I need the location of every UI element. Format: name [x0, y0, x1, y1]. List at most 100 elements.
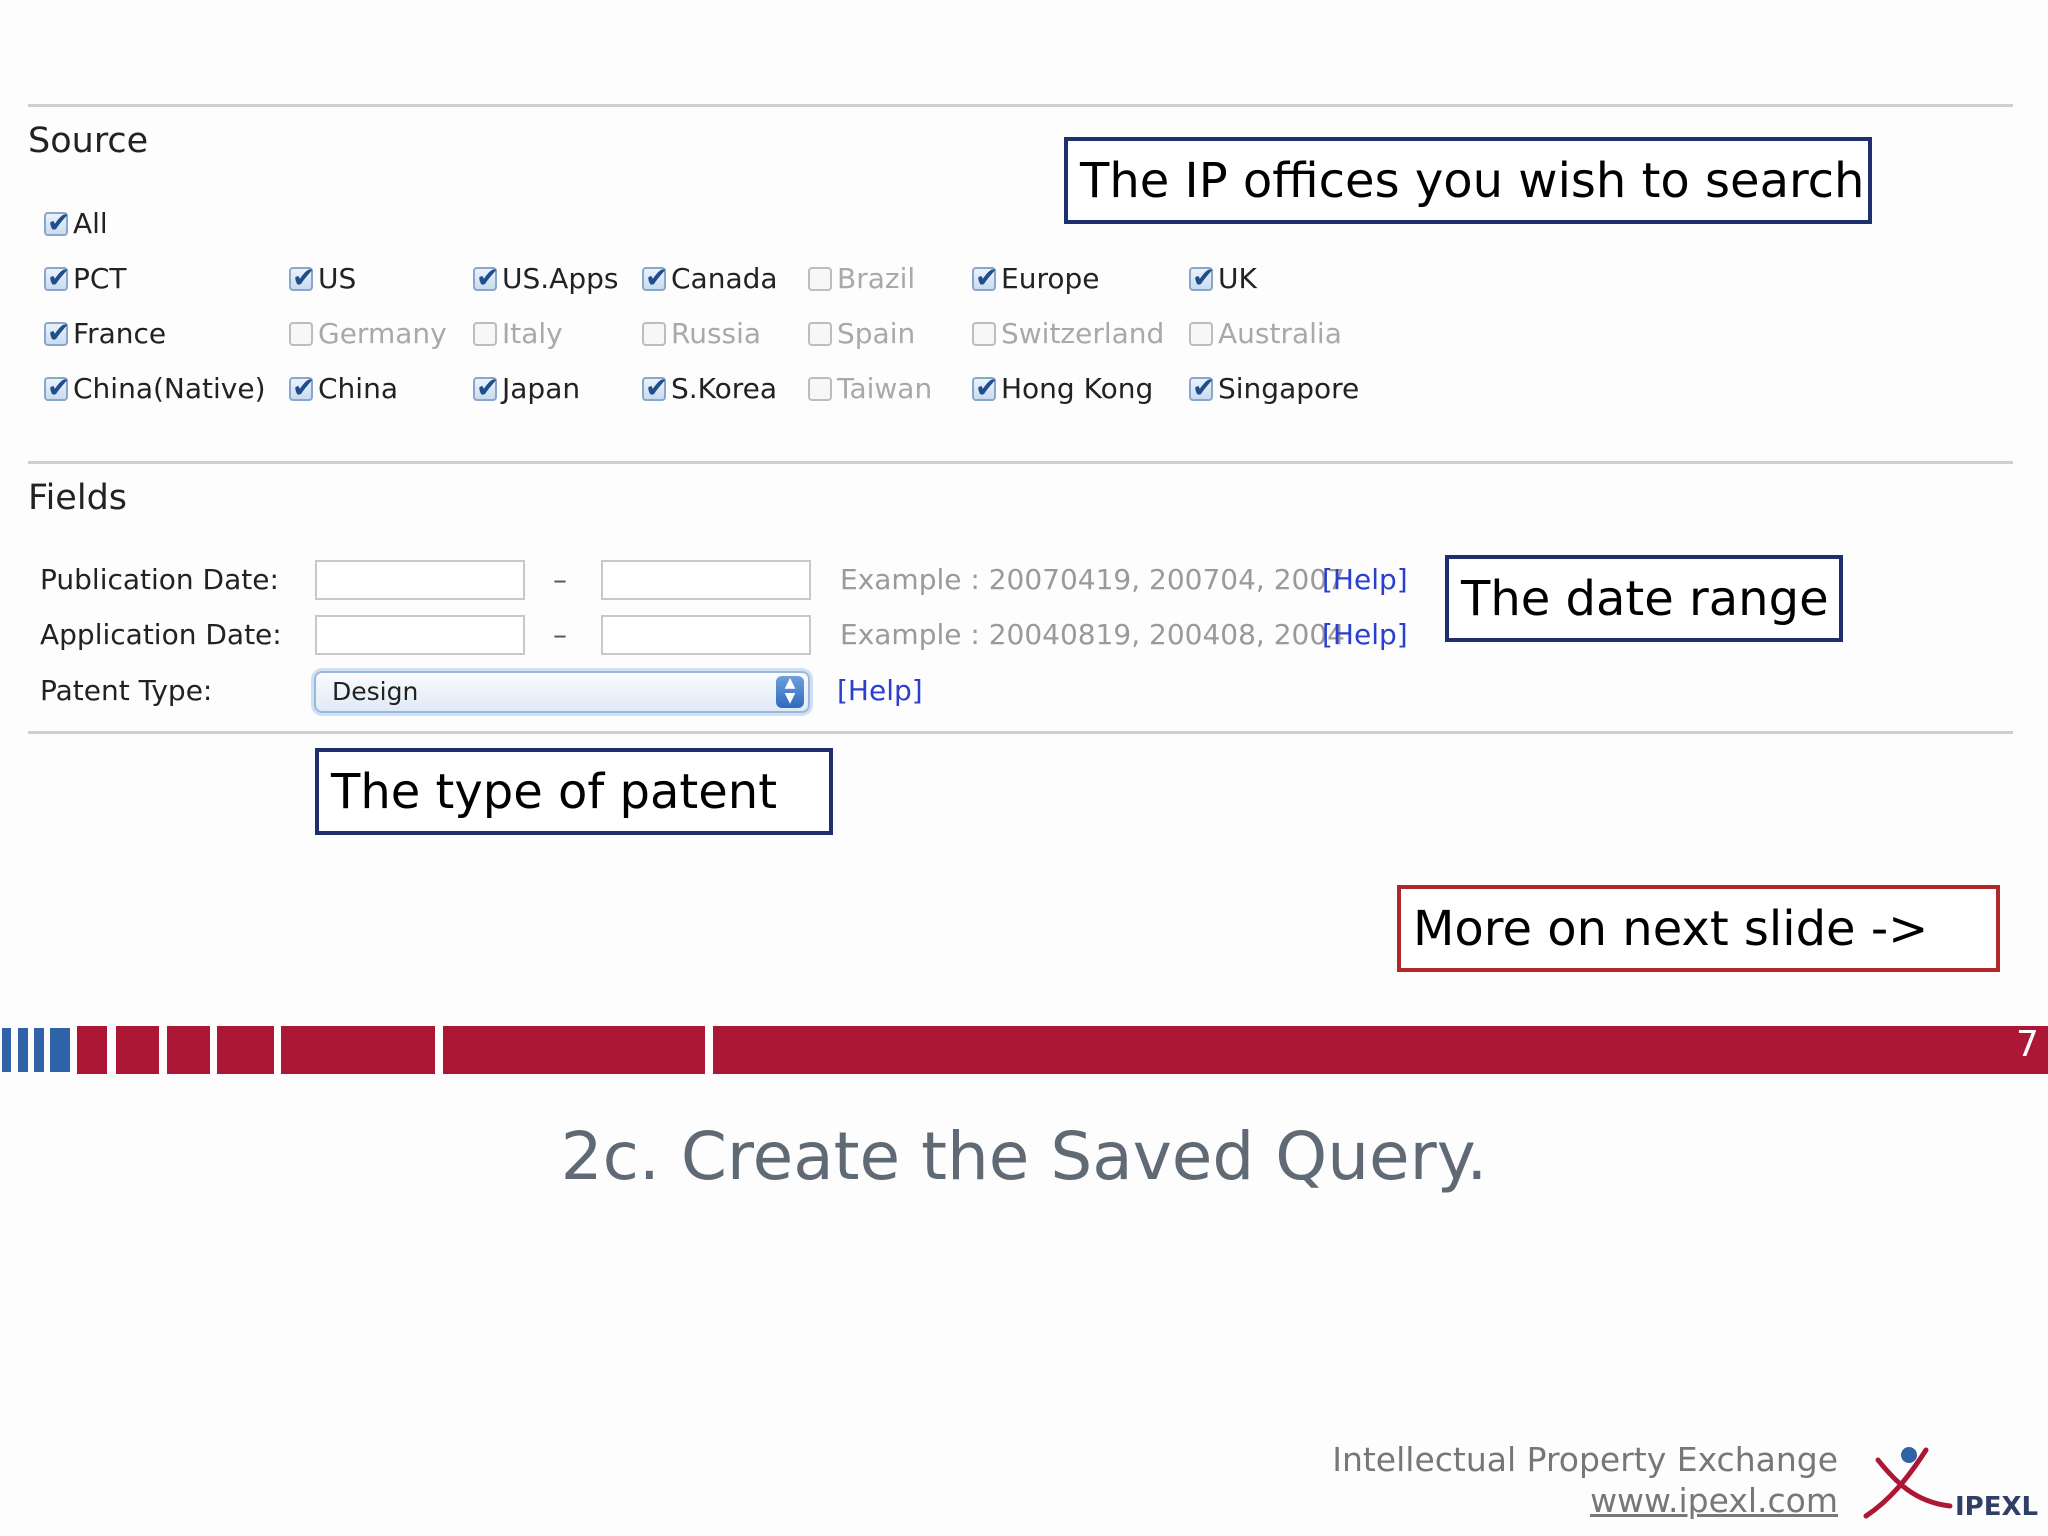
application-date-from-input[interactable]: [315, 615, 525, 655]
footer-org-name: Intellectual Property Exchange: [1332, 1440, 1838, 1479]
checkbox-us-apps[interactable]: US.Apps: [473, 261, 619, 295]
checkbox-italy-box[interactable]: [473, 321, 497, 346]
checkbox-us-apps-label: US.Apps: [502, 262, 619, 295]
application-date-help-link[interactable]: [Help]: [1322, 618, 1408, 651]
checkbox-australia-label: Australia: [1218, 317, 1342, 350]
checkbox-france-label: France: [73, 317, 167, 350]
checkbox-uk[interactable]: UK: [1189, 261, 1257, 295]
checkbox-australia[interactable]: Australia: [1189, 317, 1342, 350]
callout-ip-offices: The IP offices you wish to search: [1064, 137, 1872, 224]
checkbox-europe-box[interactable]: [972, 261, 998, 294]
checkbox-canada[interactable]: Canada: [642, 261, 778, 295]
application-date-label: Application Date:: [40, 618, 282, 651]
checkbox-brazil-box[interactable]: [808, 266, 832, 291]
publication-date-label: Publication Date:: [40, 563, 279, 596]
publication-date-example: Example : 20070419, 200704, 2007: [840, 563, 1345, 596]
checkbox-china[interactable]: China: [289, 371, 398, 405]
slide-page-number: 7: [2016, 1024, 2039, 1065]
checkbox-uk-label: UK: [1218, 262, 1257, 295]
select-updown-arrow-icon[interactable]: ▲ ▼: [776, 676, 804, 708]
checkbox-italy-label: Italy: [502, 317, 563, 350]
checkbox-china-native[interactable]: China(Native): [44, 371, 266, 405]
checkbox-all[interactable]: All: [44, 206, 108, 240]
checkbox-russia-label: Russia: [671, 317, 762, 350]
checkbox-japan[interactable]: Japan: [473, 371, 581, 405]
checkbox-taiwan-label: Taiwan: [837, 372, 933, 405]
bar-blue-segment: [34, 1028, 44, 1072]
checkbox-us[interactable]: US: [289, 261, 357, 295]
footer-website-link[interactable]: www.ipexl.com: [1590, 1481, 1838, 1520]
checkbox-pct-box[interactable]: [44, 261, 70, 294]
checkbox-all-box[interactable]: [44, 206, 70, 239]
checkbox-s-korea-label: S.Korea: [671, 372, 778, 405]
checkbox-us-box[interactable]: [289, 261, 315, 294]
checkbox-taiwan-box[interactable]: [808, 376, 832, 401]
patent-type-help-link[interactable]: [Help]: [837, 674, 923, 707]
bar-red-segment: [77, 1026, 107, 1074]
checkbox-germany-box[interactable]: [289, 321, 313, 346]
checkbox-germany[interactable]: Germany: [289, 317, 447, 350]
checkbox-russia-box[interactable]: [642, 321, 666, 346]
checkbox-all-label: All: [73, 207, 108, 240]
slide-title: 2c. Create the Saved Query.: [560, 1118, 1488, 1195]
checkbox-china-native-box[interactable]: [44, 371, 70, 404]
checkbox-spain[interactable]: Spain: [808, 317, 915, 350]
checkbox-canada-box[interactable]: [642, 261, 668, 294]
application-date-example: Example : 20040819, 200408, 2004: [840, 618, 1345, 651]
checkbox-spain-box[interactable]: [808, 321, 832, 346]
patent-type-selected-value: Design: [332, 677, 419, 706]
checkbox-taiwan[interactable]: Taiwan: [808, 372, 932, 405]
checkbox-uk-box[interactable]: [1189, 261, 1215, 294]
checkbox-spain-label: Spain: [837, 317, 916, 350]
bar-red-segment: [116, 1026, 159, 1074]
checkbox-pct[interactable]: PCT: [44, 261, 127, 295]
checkbox-china-native-label: China(Native): [73, 372, 266, 405]
callout-date-range: The date range: [1445, 555, 1843, 642]
bar-blue-segment: [18, 1028, 28, 1072]
checkbox-switzerland-label: Switzerland: [1001, 317, 1165, 350]
checkbox-hong-kong[interactable]: Hong Kong: [972, 371, 1153, 405]
bar-blue-segment: [2, 1028, 11, 1072]
checkbox-s-korea-box[interactable]: [642, 371, 668, 404]
bar-red-segment: [713, 1026, 2048, 1074]
checkbox-japan-label: Japan: [502, 372, 581, 405]
checkbox-europe-label: Europe: [1001, 262, 1100, 295]
checkbox-china-box[interactable]: [289, 371, 315, 404]
checkbox-switzerland[interactable]: Switzerland: [972, 317, 1164, 350]
checkbox-singapore-label: Singapore: [1218, 372, 1360, 405]
bar-red-segment: [443, 1026, 705, 1074]
source-fields-divider: [28, 461, 2013, 464]
application-date-to-input[interactable]: [601, 615, 811, 655]
top-divider: [28, 104, 2013, 107]
checkbox-france-box[interactable]: [44, 316, 70, 349]
patent-type-select[interactable]: Design ▲ ▼: [314, 671, 810, 713]
ipexl-logo-icon: [1860, 1440, 1960, 1530]
checkbox-singapore[interactable]: Singapore: [1189, 371, 1360, 405]
checkbox-switzerland-box[interactable]: [972, 321, 996, 346]
checkbox-japan-box[interactable]: [473, 371, 499, 404]
fields-section-title: Fields: [28, 478, 128, 518]
checkbox-russia[interactable]: Russia: [642, 317, 761, 350]
publication-date-from-input[interactable]: [315, 560, 525, 600]
checkbox-australia-box[interactable]: [1189, 321, 1213, 346]
checkbox-china-label: China: [318, 372, 398, 405]
checkbox-brazil[interactable]: Brazil: [808, 262, 915, 295]
publication-date-help-link[interactable]: [Help]: [1322, 563, 1408, 596]
checkbox-canada-label: Canada: [671, 262, 778, 295]
checkbox-us-apps-box[interactable]: [473, 261, 499, 294]
checkbox-hong-kong-box[interactable]: [972, 371, 998, 404]
checkbox-singapore-box[interactable]: [1189, 371, 1215, 404]
bar-red-segment: [217, 1026, 274, 1074]
checkbox-s-korea[interactable]: S.Korea: [642, 371, 778, 405]
source-section-title: Source: [28, 121, 149, 161]
publication-date-to-input[interactable]: [601, 560, 811, 600]
checkbox-us-label: US: [318, 262, 357, 295]
checkbox-italy[interactable]: Italy: [473, 317, 563, 350]
bar-red-segment: [167, 1026, 210, 1074]
ipexl-logo-text: IPEXL: [1955, 1492, 2039, 1522]
checkbox-europe[interactable]: Europe: [972, 261, 1100, 295]
publication-date-dash: –: [553, 563, 567, 596]
checkbox-france[interactable]: France: [44, 316, 167, 350]
fields-bottom-divider: [28, 731, 2013, 734]
bar-red-segment: [281, 1026, 435, 1074]
